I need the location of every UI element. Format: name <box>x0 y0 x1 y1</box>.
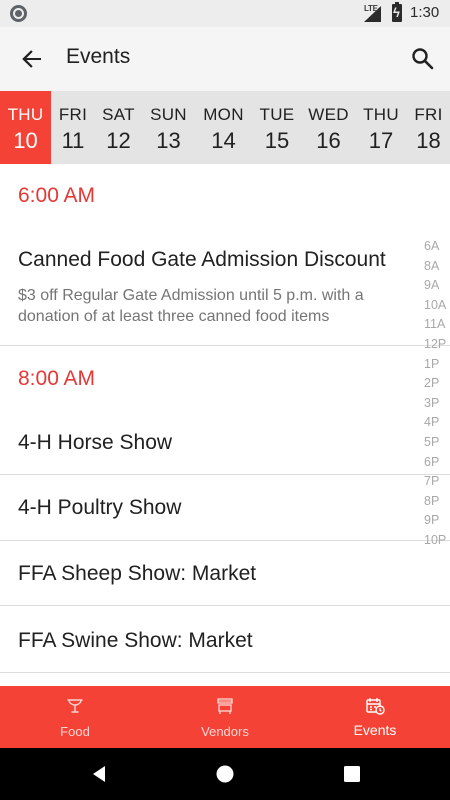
event-title: 4-H Horse Show <box>18 431 173 454</box>
back-triangle-icon[interactable] <box>89 764 109 784</box>
event-title: Canned Food Gate Admission Discount <box>18 248 386 271</box>
day-name: WED <box>308 105 349 124</box>
nav-events[interactable]: Events <box>300 686 450 748</box>
hour-mark[interactable]: 5P <box>424 433 450 453</box>
day-name: FRI <box>414 105 443 124</box>
nav-label: Events <box>353 722 397 738</box>
day-number: 17 <box>368 128 394 153</box>
hour-mark[interactable]: 6A <box>424 237 450 257</box>
hour-mark[interactable]: 11A <box>424 315 450 335</box>
day-tab-fri-18[interactable]: FRI 18 <box>407 91 450 164</box>
day-tab-tue-15[interactable]: TUE 15 <box>252 91 302 164</box>
nav-food[interactable]: Food <box>0 686 150 748</box>
home-circle-icon[interactable] <box>215 764 235 784</box>
day-tab-thu-10[interactable]: THU 10 <box>0 91 51 164</box>
day-number: 12 <box>106 128 131 153</box>
day-name: SAT <box>102 105 135 124</box>
notification-circle-icon <box>10 5 27 22</box>
day-name: THU <box>363 105 399 124</box>
hour-mark[interactable]: 10A <box>424 296 450 316</box>
time-header: 8:00 AM <box>18 367 96 390</box>
hour-mark[interactable]: 8P <box>424 492 450 512</box>
events-list[interactable]: 6:00 AM Canned Food Gate Admission Disco… <box>0 164 450 686</box>
day-name: THU <box>7 105 44 124</box>
back-arrow-icon <box>22 50 41 68</box>
day-tab-sat-12[interactable]: SAT 12 <box>95 91 142 164</box>
nav-vendors[interactable]: Vendors <box>150 686 300 748</box>
day-number: 10 <box>13 128 38 153</box>
time-header: 6:00 AM <box>18 184 96 207</box>
bottom-navigation: Food Vendors Events <box>0 686 450 748</box>
day-name: SUN <box>150 105 187 124</box>
day-number: 16 <box>316 128 341 153</box>
day-number: 18 <box>416 128 441 153</box>
day-name: TUE <box>259 105 295 124</box>
hour-mark[interactable]: 4P <box>424 413 450 433</box>
hour-mark[interactable]: 3P <box>424 394 450 414</box>
network-type-label: LTE <box>364 4 378 13</box>
divider <box>0 605 450 606</box>
system-navigation-bar <box>0 748 450 800</box>
day-tab-sun-13[interactable]: SUN 13 <box>142 91 195 164</box>
day-name: FRI <box>58 105 88 124</box>
battery-charging-icon: ϟ <box>392 2 402 22</box>
day-selector: THU 10 FRI 11 SAT 12 SUN 13 MON 14 TUE 1… <box>0 91 450 164</box>
hour-mark[interactable]: 6P <box>424 453 450 473</box>
event-title: FFA Sheep Show: Market <box>18 562 257 585</box>
hour-mark[interactable]: 8A <box>424 257 450 277</box>
recents-square-icon[interactable] <box>342 764 362 784</box>
divider <box>0 474 450 475</box>
hour-mark[interactable]: 12P <box>424 335 450 355</box>
hour-mark[interactable]: 9P <box>424 511 450 531</box>
vendor-stand-icon <box>217 698 233 714</box>
status-bar: LTE ϟ 1:30 <box>0 0 450 27</box>
day-tab-fri-11[interactable]: FRI 11 <box>51 91 95 164</box>
back-button[interactable] <box>14 41 50 77</box>
day-number: 15 <box>264 128 290 153</box>
hour-mark[interactable]: 9A <box>424 276 450 296</box>
hour-index[interactable]: 6A 8A 9A 10A 11A 12P 1P 2P 3P 4P 5P 6P 7… <box>424 237 450 551</box>
day-tab-mon-14[interactable]: MON 14 <box>195 91 252 164</box>
event-description: $3 off Regular Gate Admission until 5 p.… <box>18 287 364 325</box>
calendar-events-icon <box>366 698 385 715</box>
search-button[interactable] <box>405 41 441 77</box>
nav-label: Vendors <box>201 724 249 739</box>
event-title: FFA Swine Show: Market <box>18 629 253 652</box>
day-number: 11 <box>61 128 85 153</box>
hour-mark[interactable]: 2P <box>424 374 450 394</box>
app-bar: Events <box>0 27 450 91</box>
divider <box>0 540 450 541</box>
day-number: 14 <box>211 128 236 153</box>
status-time: 1:30 <box>410 4 440 21</box>
nav-label: Food <box>60 724 90 739</box>
day-name: MON <box>203 105 244 124</box>
day-number: 13 <box>156 128 181 153</box>
food-icon <box>67 699 83 713</box>
hour-mark[interactable]: 10P <box>424 531 450 551</box>
event-title: 4-H Poultry Show <box>18 496 182 519</box>
day-tab-wed-16[interactable]: WED 16 <box>302 91 355 164</box>
page-title: Events <box>66 45 131 68</box>
day-tab-thu-17[interactable]: THU 17 <box>355 91 407 164</box>
divider <box>0 672 450 673</box>
divider <box>0 345 450 346</box>
hour-mark[interactable]: 1P <box>424 355 450 375</box>
hour-mark[interactable]: 7P <box>424 472 450 492</box>
search-icon <box>412 48 434 70</box>
